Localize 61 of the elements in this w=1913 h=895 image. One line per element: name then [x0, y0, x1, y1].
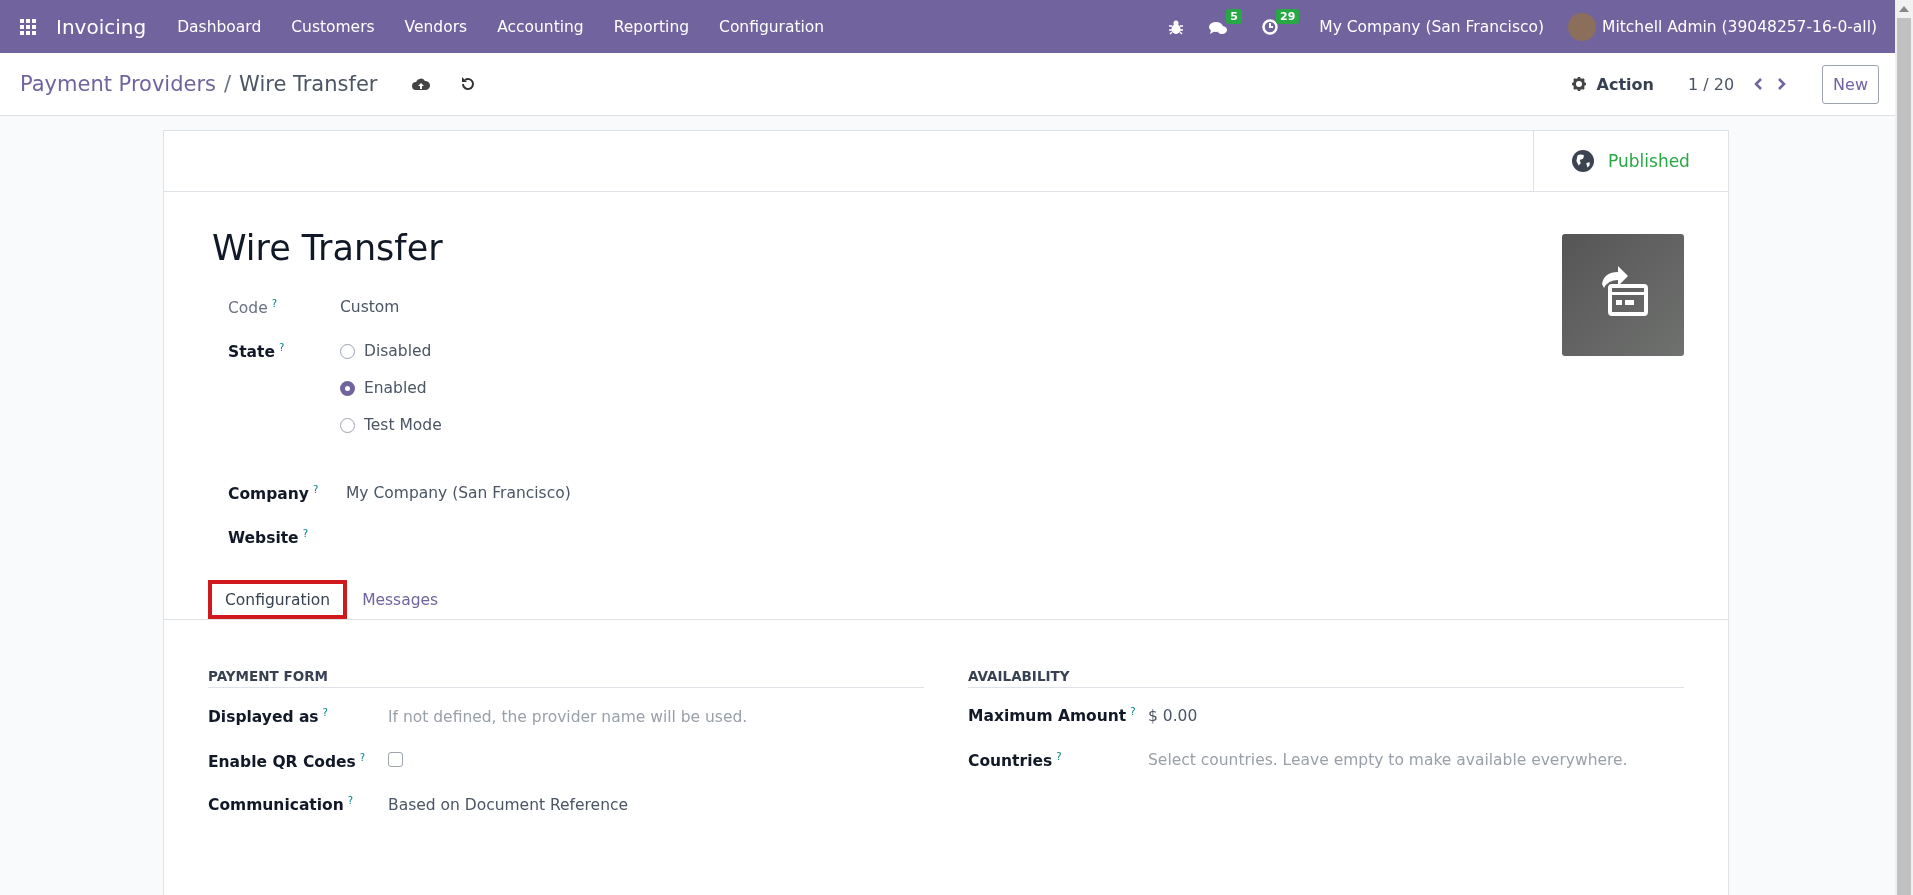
breadcrumb-separator: / [224, 72, 232, 96]
message-count-badge: 5 [1226, 8, 1242, 24]
record-title: Wire Transfer [212, 228, 444, 268]
cloud-upload-icon[interactable] [411, 76, 432, 92]
help-tooltip[interactable]: ? [278, 342, 285, 353]
field-label: Code $^{?}$ [228, 297, 278, 320]
help-tooltip[interactable]: ? [312, 484, 319, 495]
help-tooltip[interactable]: ? [347, 795, 354, 807]
field-label: Countries $^{?}$ [968, 749, 1063, 772]
user-menu[interactable]: Mitchell Admin (39048257-16-0-all) [1602, 17, 1877, 36]
help-tooltip[interactable]: ? [1130, 706, 1136, 717]
field-label: Maximum Amount $^{?}$ [968, 705, 1137, 728]
gear-icon [1571, 77, 1586, 91]
apps-menu-icon[interactable] [20, 18, 36, 35]
field-label: Company $^{?}$ [228, 483, 320, 506]
globe-icon [1572, 150, 1595, 172]
action-button[interactable]: Action [1561, 68, 1658, 100]
help-tooltip[interactable]: ? [1056, 750, 1062, 762]
scroll-up-icon[interactable] [1899, 6, 1909, 12]
checkbox[interactable] [388, 752, 403, 768]
scrollbar-thumb[interactable] [1897, 18, 1911, 895]
tab[interactable]: Configuration [208, 580, 348, 619]
help-tooltip[interactable]: ? [322, 707, 328, 719]
menu-item[interactable]: Dashboard [162, 17, 277, 36]
tab[interactable]: Messages [347, 580, 454, 619]
field-value[interactable]: My Company (San Francisco) [340, 484, 571, 502]
field-value[interactable]: Based on Document Reference [388, 795, 629, 814]
menu-item[interactable]: Customers [276, 17, 390, 36]
field-label: Communication $^{?}$ [208, 794, 355, 817]
scrollbar[interactable] [1895, 0, 1913, 895]
field-value[interactable]: $ 0.00 [1148, 706, 1198, 725]
field-label: State $^{?}$ [228, 341, 286, 364]
menu-item[interactable]: Reporting [598, 17, 705, 36]
menu-item[interactable]: Accounting [482, 17, 599, 36]
field-label: Website $^{?}$ [228, 527, 309, 550]
help-tooltip[interactable]: ? [359, 752, 366, 763]
previous-icon[interactable] [1752, 77, 1765, 91]
radio-label[interactable]: Test Mode [364, 416, 442, 434]
pager-value[interactable]: 1 / 20 [1688, 74, 1735, 94]
section-title: PAYMENT FORM [208, 668, 924, 688]
help-tooltip[interactable]: ? [271, 298, 277, 309]
clock-icon[interactable] [1262, 18, 1278, 35]
section-title: AVAILABILITY [968, 668, 1684, 688]
activity-count-badge: 29 [1276, 8, 1300, 24]
menu-item[interactable]: Vendors [389, 17, 483, 36]
help-tooltip[interactable]: ? [302, 528, 308, 539]
field-label: Enable QR Codes $^{?}$ [208, 751, 367, 774]
breadcrumb-current: Wire Transfer [239, 72, 378, 96]
radio-label[interactable]: Disabled [364, 342, 432, 360]
radio-label[interactable]: Enabled [364, 379, 427, 397]
wire-transfer-card-icon [1562, 234, 1684, 356]
company-switcher[interactable]: My Company (San Francisco) [1319, 17, 1545, 36]
breadcrumb-link[interactable]: Payment Providers [20, 72, 216, 96]
field-label: Displayed as $^{?}$ [208, 706, 329, 729]
radio-button[interactable] [340, 380, 355, 396]
new-button[interactable]: New [1822, 64, 1879, 104]
undo-icon[interactable] [459, 76, 476, 92]
bug-icon[interactable] [1168, 18, 1185, 35]
menu-item[interactable]: Configuration [704, 17, 840, 36]
field-value: Custom [340, 298, 400, 316]
app-name-link[interactable]: Invoicing [56, 14, 147, 39]
